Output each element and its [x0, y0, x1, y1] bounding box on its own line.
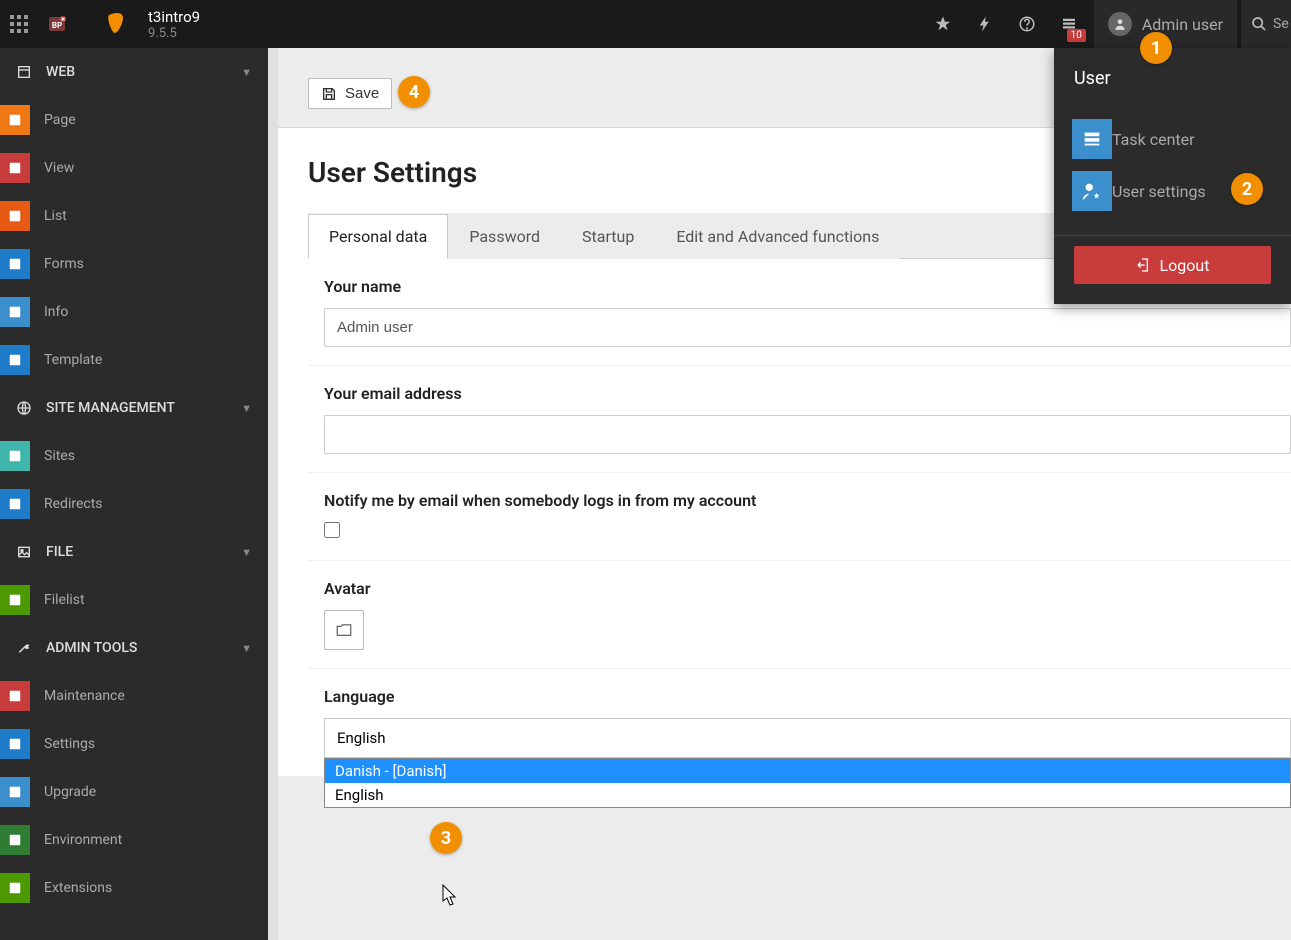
- tab-edit-and-advanced-functions[interactable]: Edit and Advanced functions: [655, 214, 900, 259]
- tab-startup[interactable]: Startup: [561, 214, 655, 259]
- mouse-cursor-icon: [442, 884, 460, 908]
- module-icon: [0, 297, 30, 327]
- user-dropdown-task-center[interactable]: Task center: [1072, 113, 1273, 165]
- sidebar-item-view[interactable]: View: [0, 144, 268, 192]
- tab-personal-data[interactable]: Personal data: [308, 214, 448, 259]
- module-icon: [0, 105, 30, 135]
- sidebar-item-extensions[interactable]: Extensions: [0, 864, 268, 912]
- help-icon[interactable]: [1006, 0, 1048, 48]
- notify-label: Notify me by email when somebody logs in…: [324, 491, 1291, 510]
- callout-marker-2: 2: [1231, 173, 1263, 205]
- section-icon: [16, 640, 40, 656]
- language-label: Language: [324, 687, 1291, 706]
- email-label: Your email address: [324, 384, 1291, 403]
- callout-marker-4: 4: [398, 76, 430, 108]
- scroll-gutter[interactable]: [268, 48, 278, 940]
- user-avatar-icon: [1108, 12, 1132, 36]
- module-icon: [0, 249, 30, 279]
- module-icon: [0, 681, 30, 711]
- app-switcher-icon[interactable]: [0, 0, 38, 48]
- flash-icon[interactable]: [964, 0, 1006, 48]
- module-icon: [0, 825, 30, 855]
- language-option[interactable]: English: [325, 783, 1290, 807]
- avatar-label: Avatar: [324, 579, 1291, 598]
- callout-marker-1: 1: [1140, 32, 1172, 64]
- sidebar-item-upgrade[interactable]: Upgrade: [0, 768, 268, 816]
- save-button[interactable]: Save: [308, 78, 392, 109]
- sidebar-item-template[interactable]: Template: [0, 336, 268, 384]
- sidebar-item-page[interactable]: Page: [0, 96, 268, 144]
- module-icon: [0, 153, 30, 183]
- module-sidebar: WEB▼PageViewListFormsInfoTemplateSITE MA…: [0, 48, 268, 940]
- callout-marker-3: 3: [430, 822, 462, 854]
- chevron-down-icon: ▼: [241, 66, 252, 79]
- chevron-down-icon: ▼: [241, 642, 252, 655]
- module-icon: [0, 729, 30, 759]
- site-title: t3intro9 9.5.5: [148, 8, 200, 41]
- sidebar-item-info[interactable]: Info: [0, 288, 268, 336]
- sidebar-item-environment[interactable]: Environment: [0, 816, 268, 864]
- sidebar-item-sites[interactable]: Sites: [0, 432, 268, 480]
- module-icon: [0, 345, 30, 375]
- user-settings-icon: [1072, 171, 1112, 211]
- module-icon: [0, 873, 30, 903]
- language-select[interactable]: English: [324, 718, 1291, 758]
- avatar-browse-button[interactable]: [324, 610, 364, 650]
- sidebar-item-filelist[interactable]: Filelist: [0, 576, 268, 624]
- site-version: 9.5.5: [148, 26, 200, 41]
- form-body: Your name Your email address Notify me b…: [308, 259, 1291, 776]
- section-icon: [16, 544, 40, 560]
- task-center-icon: [1072, 119, 1112, 159]
- user-dropdown-title: User: [1054, 68, 1291, 105]
- search-toggle[interactable]: Se: [1241, 0, 1291, 48]
- email-input[interactable]: [324, 415, 1291, 454]
- name-input[interactable]: [324, 308, 1291, 347]
- chevron-down-icon: ▼: [241, 402, 252, 415]
- module-icon: [0, 441, 30, 471]
- sidebar-item-redirects[interactable]: Redirects: [0, 480, 268, 528]
- section-icon: [16, 400, 40, 416]
- typo3-logo-icon: [96, 0, 136, 48]
- sidebar-section-site-management[interactable]: SITE MANAGEMENT▼: [0, 384, 268, 432]
- sidebar-item-forms[interactable]: Forms: [0, 240, 268, 288]
- logout-button[interactable]: Logout: [1074, 246, 1271, 284]
- svg-text:BP: BP: [52, 21, 62, 30]
- module-icon: [0, 777, 30, 807]
- sidebar-item-settings[interactable]: Settings: [0, 720, 268, 768]
- notification-badge: 10: [1067, 29, 1086, 42]
- sidebar-section-admin-tools[interactable]: ADMIN TOOLS▼: [0, 624, 268, 672]
- sidebar-section-file[interactable]: FILE▼: [0, 528, 268, 576]
- sidebar-item-list[interactable]: List: [0, 192, 268, 240]
- language-dropdown: Danish - [Danish]English: [324, 758, 1291, 808]
- site-name: t3intro9: [148, 8, 200, 26]
- module-icon: [0, 489, 30, 519]
- section-icon: [16, 64, 40, 80]
- topbar: BP t3intro9 9.5.5 10 Admin user Se: [0, 0, 1291, 48]
- notifications-icon[interactable]: 10: [1048, 0, 1090, 48]
- cache-icon[interactable]: BP: [38, 0, 76, 48]
- module-icon: [0, 201, 30, 231]
- user-label: Admin user: [1142, 15, 1223, 34]
- language-option[interactable]: Danish - [Danish]: [325, 759, 1290, 783]
- tab-password[interactable]: Password: [448, 214, 561, 259]
- bookmark-icon[interactable]: [922, 0, 964, 48]
- module-icon: [0, 585, 30, 615]
- chevron-down-icon: ▼: [241, 546, 252, 559]
- notify-checkbox[interactable]: [324, 522, 340, 538]
- sidebar-item-maintenance[interactable]: Maintenance: [0, 672, 268, 720]
- sidebar-section-web[interactable]: WEB▼: [0, 48, 268, 96]
